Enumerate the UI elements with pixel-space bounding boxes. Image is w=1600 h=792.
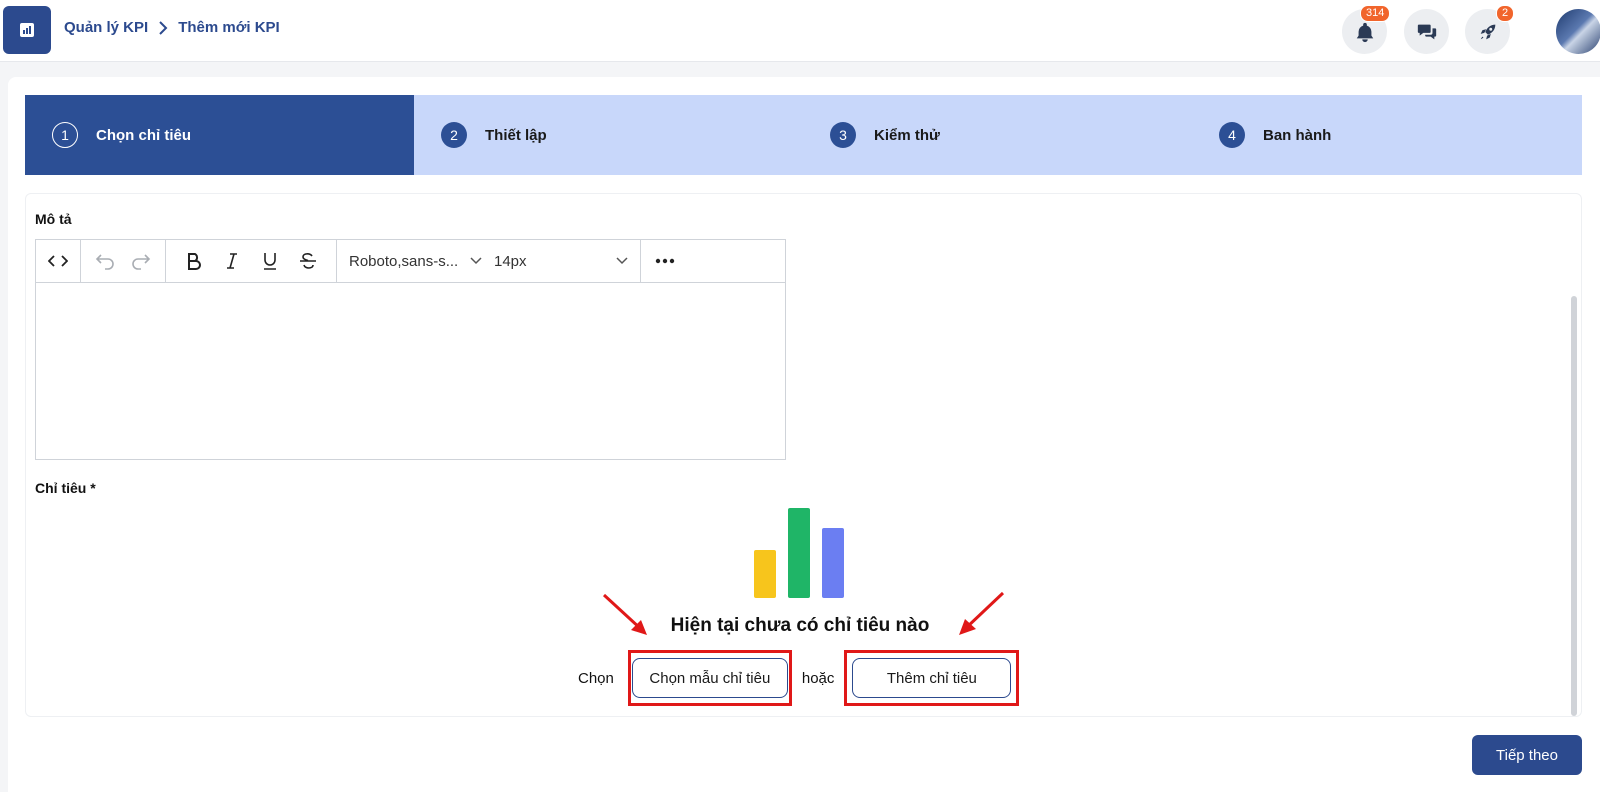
step-label: Thiết lập bbox=[485, 126, 547, 144]
next-button[interactable]: Tiếp theo bbox=[1472, 735, 1582, 775]
step-testing[interactable]: 3 Kiểm thử bbox=[803, 95, 1192, 175]
font-family-select[interactable]: Roboto,sans-s... bbox=[343, 245, 488, 277]
strikethrough-button[interactable] bbox=[292, 245, 324, 277]
code-icon bbox=[48, 255, 68, 267]
step-setup[interactable]: 2 Thiết lập bbox=[414, 95, 803, 175]
step-number: 3 bbox=[830, 122, 856, 148]
stepper: 1 Chọn chỉ tiêu 2 Thiết lập 3 Kiểm thử 4… bbox=[25, 95, 1582, 175]
font-size-select[interactable]: 14px bbox=[488, 245, 634, 277]
red-arrow-icon bbox=[602, 593, 647, 635]
italic-icon bbox=[227, 253, 237, 269]
empty-chart-icon bbox=[754, 508, 844, 598]
step-publish[interactable]: 4 Ban hành bbox=[1192, 95, 1582, 175]
empty-state-title: Hiện tại chưa có chỉ tiêu nào bbox=[670, 615, 930, 636]
user-avatar[interactable] bbox=[1556, 9, 1600, 54]
step-label: Kiểm thử bbox=[874, 126, 940, 144]
messages-button[interactable] bbox=[1404, 9, 1449, 54]
chat-icon bbox=[1417, 24, 1436, 39]
font-family-value: Roboto,sans-s... bbox=[349, 252, 459, 270]
description-label: Mô tả bbox=[35, 211, 72, 227]
step-select-criteria[interactable]: 1 Chọn chỉ tiêu bbox=[25, 95, 414, 175]
choose-prefix-text: Chọn bbox=[578, 669, 614, 687]
font-size-value: 14px bbox=[494, 252, 527, 270]
editor-content-area[interactable] bbox=[36, 283, 785, 459]
step-number: 2 bbox=[441, 122, 467, 148]
app-logo-button[interactable] bbox=[3, 6, 51, 54]
chevron-right-icon bbox=[156, 20, 170, 35]
notification-button[interactable]: 314 bbox=[1342, 5, 1391, 54]
redo-button[interactable] bbox=[125, 245, 157, 277]
step-label: Ban hành bbox=[1263, 126, 1332, 144]
top-header: Quản lý KPI Thêm mới KPI 314 2 bbox=[0, 0, 1600, 62]
underline-icon bbox=[264, 253, 276, 270]
source-code-button[interactable] bbox=[42, 245, 74, 277]
empty-state-actions: Chọn Chọn mẫu chỉ tiêu hoặc Thêm chỉ tiê… bbox=[578, 650, 1020, 706]
criteria-label: Chỉ tiêu * bbox=[35, 480, 96, 496]
editor-toolbar: Roboto,sans-s... 14px bbox=[36, 240, 785, 283]
notification-count-badge: 314 bbox=[1360, 5, 1391, 22]
chevron-down-icon bbox=[470, 257, 482, 265]
redo-icon bbox=[132, 254, 151, 270]
breadcrumb: Quản lý KPI Thêm mới KPI bbox=[64, 19, 280, 36]
rocket-button[interactable]: 2 bbox=[1465, 5, 1515, 54]
rocket-count-badge: 2 bbox=[1496, 5, 1515, 22]
description-editor: Roboto,sans-s... 14px bbox=[35, 239, 786, 460]
bell-icon bbox=[1356, 22, 1373, 42]
step-label: Chọn chỉ tiêu bbox=[96, 126, 191, 144]
undo-icon bbox=[95, 254, 114, 270]
breadcrumb-kpi-management[interactable]: Quản lý KPI bbox=[64, 19, 148, 36]
chart-logo-icon bbox=[20, 23, 34, 37]
rocket-icon bbox=[1480, 24, 1495, 39]
step-number: 1 bbox=[52, 122, 78, 148]
red-arrow-icon bbox=[959, 591, 1005, 635]
panel-scrollbar[interactable] bbox=[1571, 296, 1577, 716]
highlight-box bbox=[627, 650, 792, 706]
more-dots-icon bbox=[655, 258, 675, 264]
highlight-box bbox=[844, 650, 1020, 706]
or-text: hoặc bbox=[801, 669, 835, 687]
underline-button[interactable] bbox=[254, 245, 286, 277]
strikethrough-icon bbox=[300, 253, 316, 269]
italic-button[interactable] bbox=[216, 245, 248, 277]
step-number: 4 bbox=[1219, 122, 1245, 148]
bold-icon bbox=[188, 253, 201, 270]
undo-button[interactable] bbox=[89, 245, 121, 277]
chevron-down-icon bbox=[616, 257, 628, 265]
breadcrumb-add-kpi: Thêm mới KPI bbox=[178, 19, 280, 36]
bold-button[interactable] bbox=[178, 245, 210, 277]
more-options-button[interactable] bbox=[649, 245, 681, 277]
